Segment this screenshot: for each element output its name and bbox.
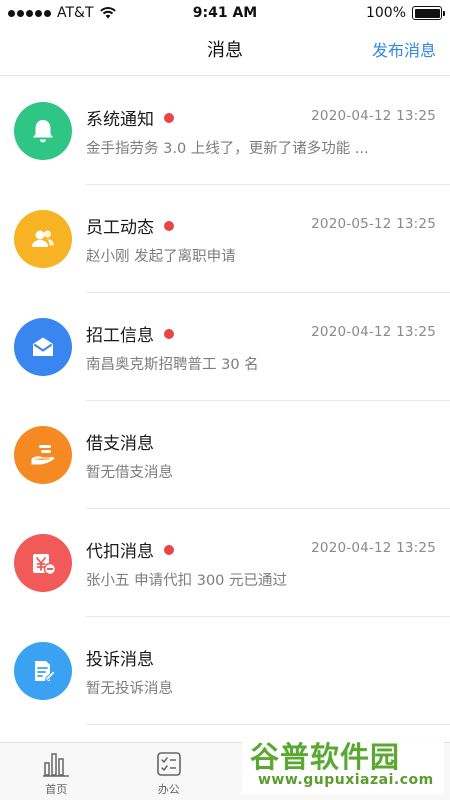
message-time: 2020-04-12 13:25 xyxy=(311,540,436,556)
status-left: AT&T xyxy=(8,5,116,21)
message-list: 系统通知 2020-04-12 13:25 金手指劳务 3.0 上线了，更新了诸… xyxy=(0,77,450,725)
signal-icon xyxy=(8,9,51,17)
unread-dot xyxy=(164,112,174,123)
status-bar: AT&T 9:41 AM 100% xyxy=(0,0,450,26)
tab-label: 办公 xyxy=(157,783,180,796)
watermark-logo-text: 谷普软件园 xyxy=(250,740,401,774)
message-preview: 张小五 申请代扣 300 元已通过 xyxy=(86,573,288,589)
message-title: 代扣消息 xyxy=(86,537,174,562)
unread-dot xyxy=(164,328,174,339)
wifi-icon xyxy=(99,7,116,19)
carrier-label: AT&T xyxy=(57,5,94,21)
message-item-loan[interactable]: 借支消息 暂无借支消息 xyxy=(0,401,450,509)
bell-icon xyxy=(14,102,72,160)
unread-dot xyxy=(164,220,174,231)
watermark: 谷普软件园 www.gupuxiazai.com xyxy=(242,734,444,794)
nav-bar: 消息 发布消息 xyxy=(0,26,450,76)
message-title: 投诉消息 xyxy=(86,650,154,670)
tab-office[interactable]: 办公 xyxy=(113,743,226,800)
tab-home[interactable]: 首页 xyxy=(0,743,113,800)
message-item-complaint[interactable]: 投诉消息 暂无投诉消息 xyxy=(0,617,450,725)
message-title: 系统通知 xyxy=(86,105,174,130)
document-edit-icon xyxy=(14,642,72,700)
envelope-icon xyxy=(14,318,72,376)
message-time: 2020-04-12 13:25 xyxy=(311,108,436,124)
message-time: 2020-05-12 13:25 xyxy=(311,216,436,232)
message-preview: 赵小刚 发起了离职申请 xyxy=(86,249,236,265)
publish-message-button[interactable]: 发布消息 xyxy=(372,26,436,76)
message-title: 借支消息 xyxy=(86,434,154,454)
message-preview: 南昌奥克斯招聘普工 30 名 xyxy=(86,357,259,373)
status-right: 100% xyxy=(365,5,445,21)
message-title: 员工动态 xyxy=(86,213,174,238)
unread-dot xyxy=(164,544,174,555)
people-icon xyxy=(14,210,72,268)
message-item-recruit[interactable]: 招工信息 2020-04-12 13:25 南昌奥克斯招聘普工 30 名 xyxy=(0,293,450,401)
message-title: 招工信息 xyxy=(86,321,174,346)
watermark-url: www.gupuxiazai.com xyxy=(258,772,434,788)
message-preview: 金手指劳务 3.0 上线了，更新了诸多功能 ... xyxy=(86,141,369,157)
yuan-deduct-icon xyxy=(14,534,72,592)
bar-chart-icon xyxy=(43,753,70,777)
hand-money-icon xyxy=(14,426,72,484)
message-item-system[interactable]: 系统通知 2020-04-12 13:25 金手指劳务 3.0 上线了，更新了诸… xyxy=(0,77,450,185)
message-item-deduct[interactable]: 代扣消息 2020-04-12 13:25 张小五 申请代扣 300 元已通过 xyxy=(0,509,450,617)
battery-icon xyxy=(412,6,445,20)
message-time: 2020-04-12 13:25 xyxy=(311,324,436,340)
message-preview: 暂无投诉消息 xyxy=(86,681,173,697)
message-item-staff[interactable]: 员工动态 2020-05-12 13:25 赵小刚 发起了离职申请 xyxy=(0,185,450,293)
message-preview: 暂无借支消息 xyxy=(86,465,173,481)
checklist-icon xyxy=(156,752,181,776)
battery-percent: 100% xyxy=(365,5,406,21)
tab-label: 首页 xyxy=(45,783,68,796)
